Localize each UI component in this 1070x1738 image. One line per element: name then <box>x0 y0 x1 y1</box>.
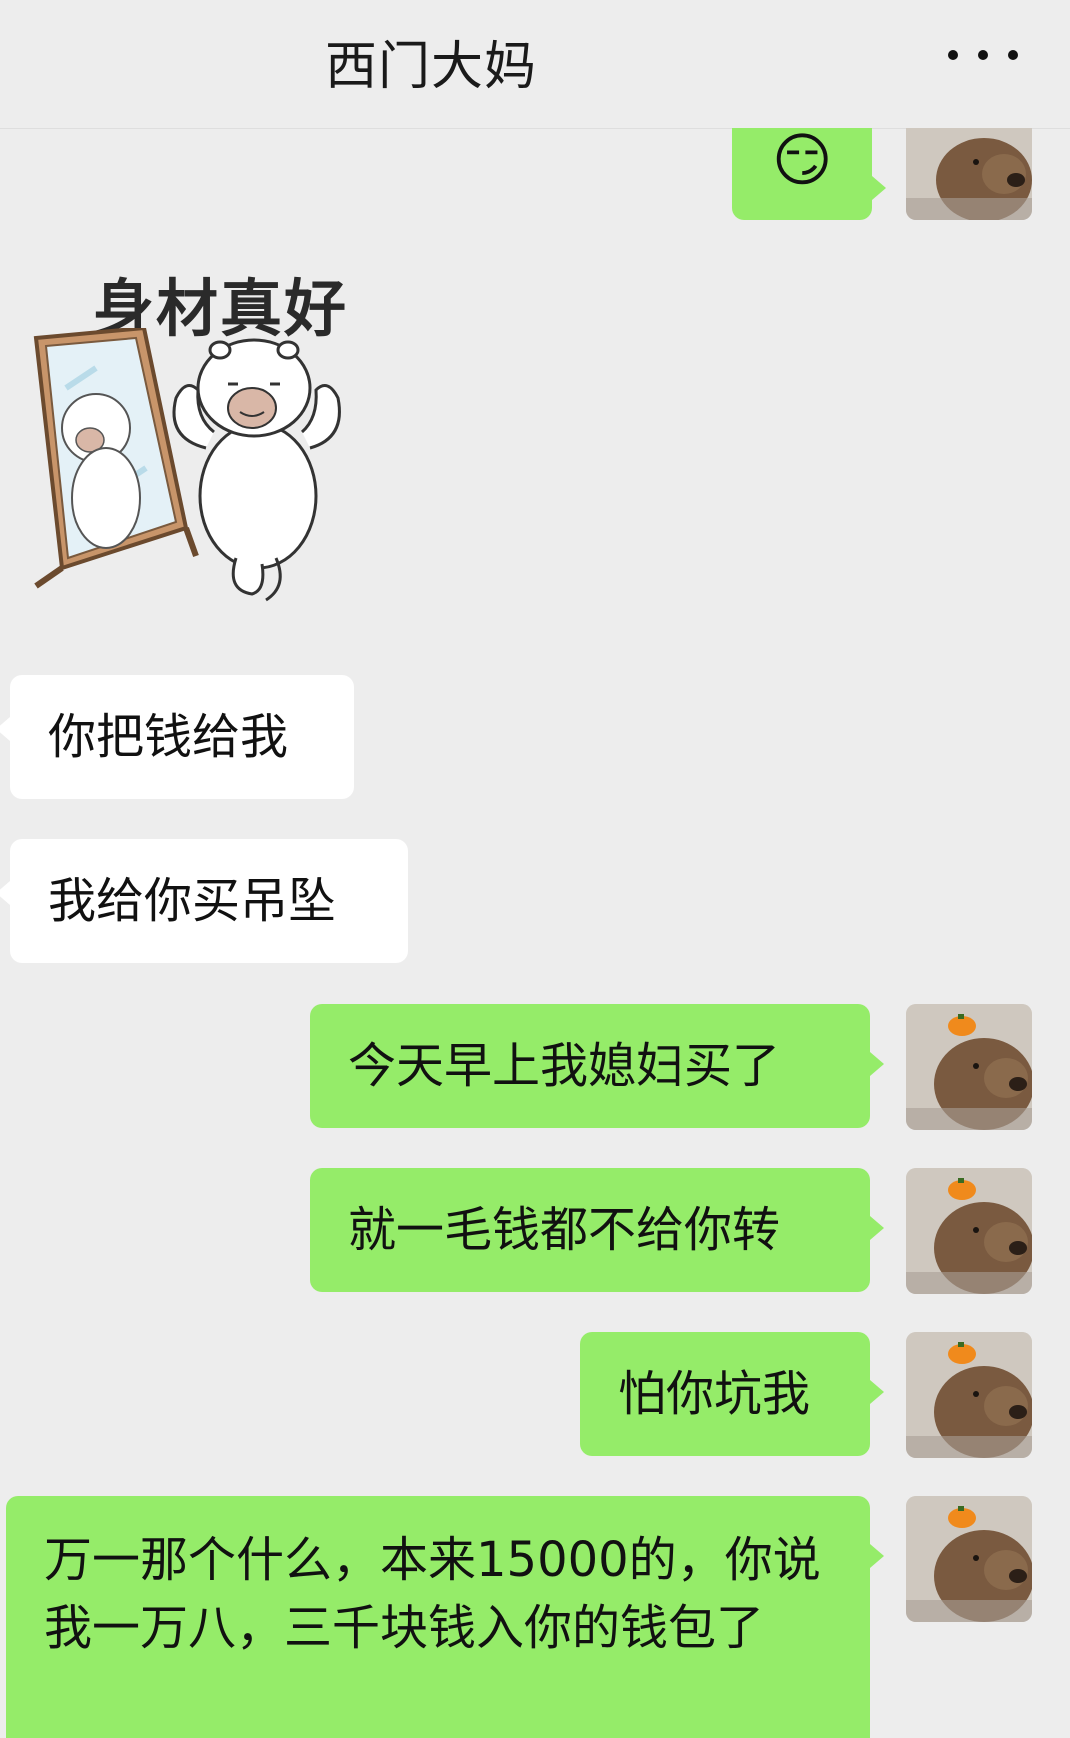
capybara-avatar-icon <box>906 1496 1032 1622</box>
avatar[interactable] <box>906 1332 1032 1458</box>
dot <box>948 50 958 60</box>
capybara-avatar-icon <box>906 1332 1032 1458</box>
chat-title: 西门大妈 <box>324 37 537 97</box>
message-bubble-right[interactable]: 万一那个什么，本来15000的，你说我一万八，三千块钱入你的钱包了 <box>6 1496 884 1738</box>
avatar[interactable] <box>906 1168 1032 1294</box>
dot <box>1008 50 1018 60</box>
message-text: 今天早上我媳妇买了 <box>348 1038 781 1094</box>
avatar[interactable] <box>906 128 1032 220</box>
dot <box>978 50 988 60</box>
message-text: 万一那个什么，本来15000的，你说我一万八，三千块钱入你的钱包了 <box>44 1532 821 1656</box>
chat-header: 西门大妈 <box>0 0 1070 129</box>
avatar[interactable] <box>906 1496 1032 1622</box>
message-bubble-right[interactable]: 今天早上我媳妇买了 <box>310 1004 884 1128</box>
chat-screen: 西门大妈 😏 身材真好 你把钱给我 我给你买吊坠 今天早上我媳妇买了 就一毛钱都… <box>0 0 1070 1738</box>
message-bubble-left[interactable]: 我给你买吊坠 <box>0 839 408 963</box>
more-dots-icon[interactable] <box>948 20 1018 90</box>
message-text: 怕你坑我 <box>618 1366 811 1422</box>
message-bubble-emoji[interactable]: 😏 <box>732 126 886 220</box>
message-text: 就一毛钱都不给你转 <box>348 1202 781 1258</box>
sticker-message[interactable]: 身材真好 <box>26 258 376 618</box>
avatar[interactable] <box>906 1004 1032 1130</box>
message-bubble-right[interactable]: 就一毛钱都不给你转 <box>310 1168 884 1292</box>
smirk-emoji-icon: 😏 <box>772 126 833 194</box>
capybara-avatar-icon <box>906 1004 1032 1130</box>
message-text: 我给你买吊坠 <box>48 873 337 929</box>
message-text: 你把钱给我 <box>48 709 289 765</box>
message-bubble-left[interactable]: 你把钱给我 <box>0 675 354 799</box>
capybara-avatar-icon <box>906 1168 1032 1294</box>
capybara-mirror-sticker-icon <box>33 328 341 602</box>
capybara-avatar-icon <box>906 128 1032 220</box>
message-bubble-right[interactable]: 怕你坑我 <box>580 1332 884 1456</box>
